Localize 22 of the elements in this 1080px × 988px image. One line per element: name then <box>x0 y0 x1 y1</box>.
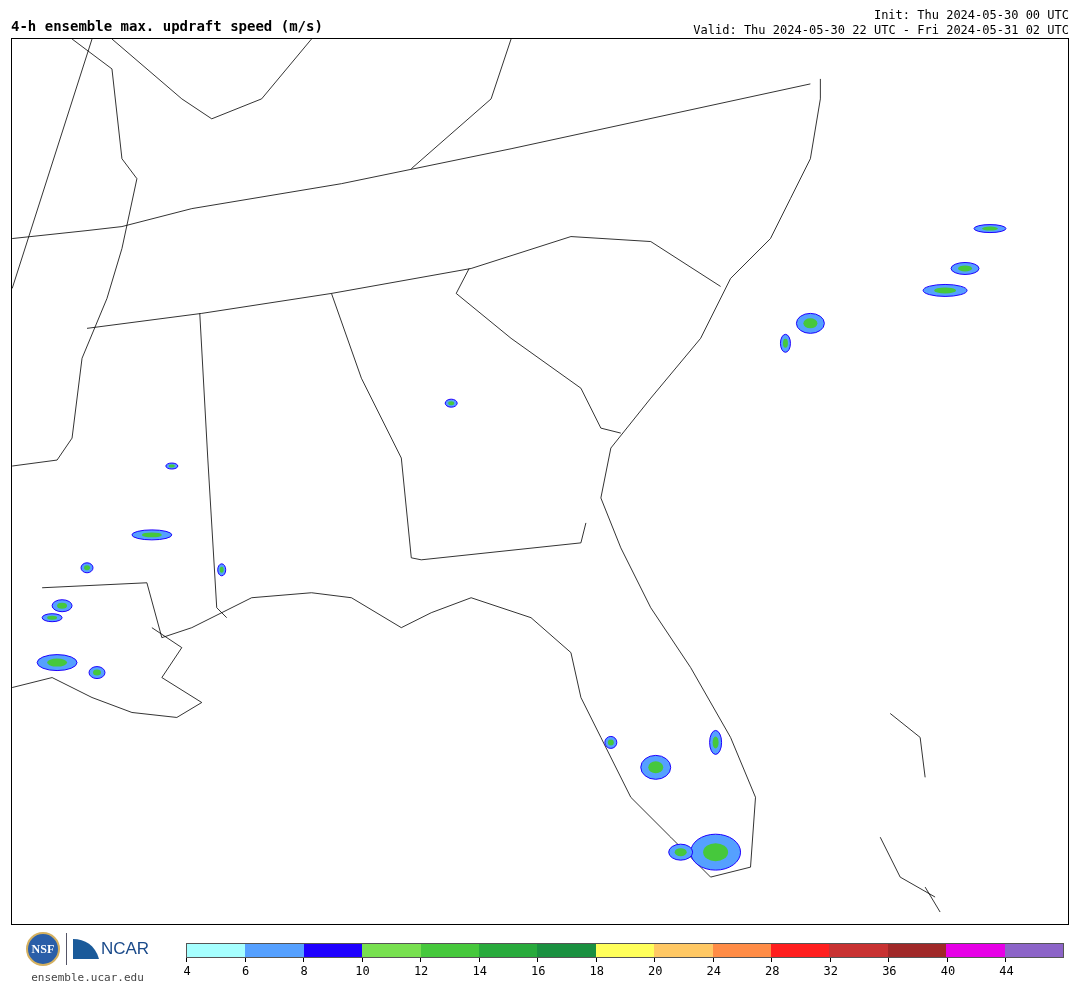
scale-label: 20 <box>648 964 663 978</box>
init-time: Init: Thu 2024-05-30 00 UTC <box>873 8 1069 23</box>
scale-label: 36 <box>882 964 897 978</box>
scale-label: 4 <box>183 964 191 978</box>
scale-label: 16 <box>530 964 546 978</box>
scale-label: 12 <box>413 964 429 978</box>
scale-label: 28 <box>765 964 780 978</box>
scale-label: 44 <box>999 964 1014 978</box>
map-title: 4-h ensemble max. updraft speed (m/s) <box>11 18 323 36</box>
valid-time: Valid: Thu 2024-05-30 22 UTC - Fri 2024-05-31 02 UTC <box>693 23 1069 38</box>
scale-label: 10 <box>355 964 370 978</box>
ncar-swoosh-icon <box>72 939 99 959</box>
scale-label: 40 <box>940 964 956 978</box>
scale-label: 6 <box>241 964 250 978</box>
scale-label: 8 <box>300 964 308 978</box>
ncar-logo: NCAR <box>100 939 150 959</box>
site-url: ensemble.ucar.edu <box>31 971 144 984</box>
scale-label: 32 <box>823 964 839 978</box>
scale-label: 24 <box>706 964 721 978</box>
scale-label: 14 <box>472 964 487 978</box>
scale-label: 18 <box>589 964 604 978</box>
nsf-logo: NSF <box>25 932 60 966</box>
